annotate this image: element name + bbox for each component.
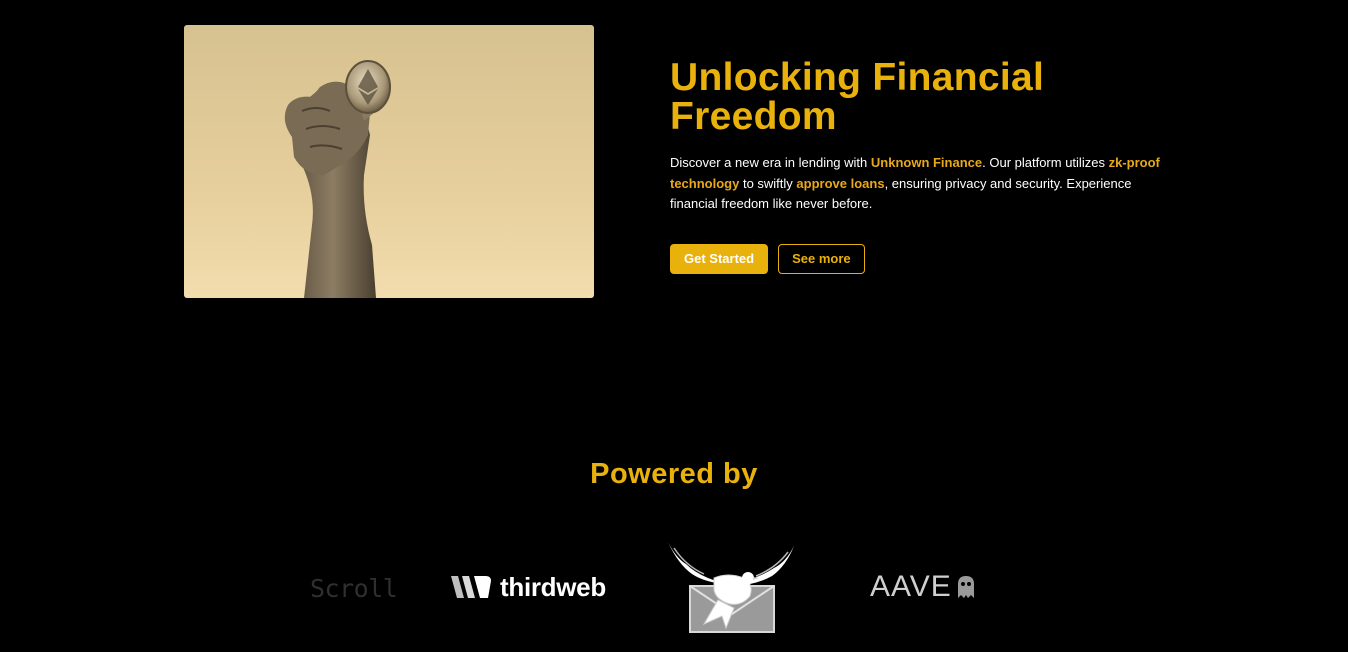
highlight-approve-loans: approve loans: [796, 175, 885, 191]
dove-envelope-logo[interactable]: [664, 538, 798, 634]
hero-section: Unlocking Financial Freedom Discover a n…: [670, 58, 1170, 274]
thirdweb-icon: [451, 576, 491, 598]
desc-part: . Our platform utilizes: [982, 155, 1109, 170]
hero-title: Unlocking Financial Freedom: [670, 56, 1045, 138]
thirdweb-logo[interactable]: thirdweb: [450, 570, 606, 604]
see-more-button[interactable]: See more: [778, 243, 865, 274]
highlight-unknown-finance: Unknown Finance: [870, 155, 983, 170]
hero-description: Discover a new era in lending with Unkno…: [670, 153, 1160, 215]
desc-part: to swiftly: [739, 175, 797, 191]
scroll-logo[interactable]: Scroll: [310, 570, 405, 606]
hand-coin-illustration: [284, 60, 391, 298]
scroll-logo-text: Scroll: [310, 573, 398, 603]
powered-by-title: Powered by: [590, 458, 758, 490]
thirdweb-logo-text: thirdweb: [500, 571, 606, 602]
get-started-button[interactable]: Get Started: [670, 243, 769, 274]
hero-buttons: Get Started See more: [670, 243, 1170, 274]
aave-logo[interactable]: AAVE: [870, 570, 976, 604]
desc-part: Discover a new era in lending with: [670, 155, 871, 170]
dove-envelope-icon: [668, 542, 794, 633]
page: Unlocking Financial Freedom Discover a n…: [0, 0, 1348, 652]
hero-image: [184, 25, 594, 298]
ghost-icon: [957, 576, 974, 598]
aave-logo-text: AAVE: [870, 570, 952, 603]
